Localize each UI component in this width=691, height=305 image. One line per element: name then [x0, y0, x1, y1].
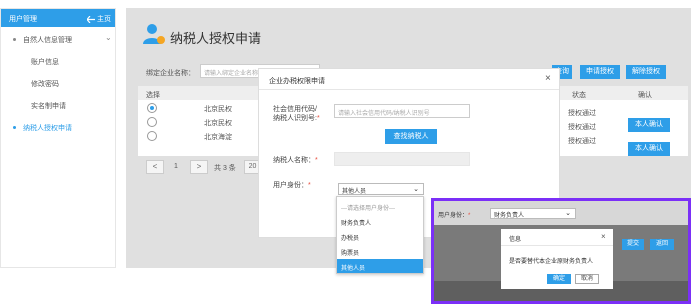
inset-role-value: 财务负责人 [494, 213, 525, 219]
sidebar-item-label: 账户信息 [31, 59, 59, 66]
user-icon [143, 24, 165, 44]
taxpayer-id-label-text: 纳税人识别号: [273, 115, 317, 122]
row-radio[interactable] [147, 117, 157, 127]
row-company: 北京民权 [204, 106, 232, 113]
page-header: 纳税人授权申请 [138, 18, 678, 50]
bind-company-label: 绑定企业名称： [146, 70, 195, 77]
col-status: 状态 [572, 92, 586, 99]
divider [501, 245, 613, 246]
sidebar-item-label: 实名制申请 [31, 103, 66, 110]
role-option-tax-clerk[interactable]: 办税员 [337, 229, 423, 243]
user-role-dropdown: ---请选择用户身份--- 财务负责人 办税员 购票员 其他人员 [336, 196, 424, 274]
apply-auth-button[interactable]: 申请授权 [580, 65, 620, 79]
role-option-other[interactable]: 其他人员 [337, 259, 423, 273]
role-option-finance[interactable]: 财务负责人 [337, 214, 423, 228]
sidebar-item-realname[interactable]: 实名制申请 [1, 95, 115, 115]
total-count: 共 3 条 [214, 165, 236, 172]
close-icon[interactable]: × [601, 232, 606, 241]
current-page[interactable]: 1 [174, 163, 178, 170]
inset-role-select[interactable]: 财务负责人 ⌄ [490, 208, 576, 219]
back-button[interactable]: 返回 [650, 239, 674, 250]
confirm-dialog: 信息 × 是否要替代本企业原财务负责人 确定 取消 [501, 229, 613, 289]
col-select: 选择 [146, 92, 160, 99]
user-role-label-text: 用户身份： [273, 182, 308, 189]
modal-title: 企业办税权限申请 [269, 78, 325, 85]
home-label: 主页 [97, 16, 111, 23]
credit-code-input[interactable]: 请输入社会信用代码/纳税人识别号 [334, 104, 470, 118]
dialog-message: 是否要替代本企业原财务负责人 [509, 259, 594, 265]
role-option-buyer[interactable]: 购票员 [337, 244, 423, 258]
inset-confirm-panel: 用户身份：* 财务负责人 ⌄ 提交 返回 信息 × 是否要替代本企业原财务负责人… [431, 198, 691, 304]
user-role-value: 其他人员 [342, 189, 367, 195]
page-title: 纳税人授权申请 [170, 31, 262, 46]
cancel-button[interactable]: 取消 [575, 274, 599, 284]
row-company: 北京民权 [204, 120, 232, 127]
sidebar-item-label: 修改密码 [31, 81, 59, 88]
self-confirm-button[interactable]: 本人确认 [628, 118, 670, 132]
user-role-select[interactable]: 其他人员 ⌄ [338, 183, 424, 195]
sidebar-header: 用户管理 主页 [1, 9, 115, 27]
chevron-down-icon: ⌄ [565, 210, 571, 217]
prev-page-button[interactable]: < [146, 160, 164, 174]
inset-role-label: 用户身份：* [438, 210, 470, 219]
row-radio[interactable] [147, 131, 157, 141]
chevron-down-icon: ⌄ [413, 186, 419, 193]
taxpayer-name-label: 纳税人名称：* [273, 155, 318, 165]
required-mark: * [468, 213, 471, 219]
ok-button[interactable]: 确定 [547, 274, 571, 284]
sidebar-item-natural-person[interactable]: 自然人信息管理 ⌄ [1, 29, 115, 49]
taxpayer-id-label: 纳税人识别号:* [273, 113, 320, 123]
bullet-icon [13, 126, 16, 129]
sidebar: 用户管理 主页 自然人信息管理 ⌄ 账户信息 修改密码 实名制申请 纳税人授权申… [0, 8, 116, 268]
revoke-auth-button[interactable]: 解除授权 [626, 65, 666, 79]
col-confirm: 确认 [638, 92, 652, 99]
row-company: 北京海淀 [204, 134, 232, 141]
sidebar-item-account[interactable]: 账户信息 [1, 51, 115, 71]
user-role-label: 用户身份：* [273, 180, 311, 190]
chevron-down-icon: ⌄ [105, 33, 112, 42]
bullet-icon [13, 38, 16, 41]
required-mark: * [315, 157, 318, 164]
home-link[interactable]: 主页 [87, 14, 111, 24]
close-icon[interactable]: × [545, 73, 551, 84]
row-status: 授权通过 [568, 110, 596, 117]
self-confirm-button[interactable]: 本人确认 [628, 142, 670, 156]
dialog-title: 信息 [509, 237, 522, 243]
divider [259, 89, 559, 90]
submit-button[interactable]: 提交 [622, 239, 644, 250]
role-option-placeholder[interactable]: ---请选择用户身份--- [337, 199, 423, 213]
sidebar-title: 用户管理 [9, 16, 37, 23]
inset-role-label-text: 用户身份： [438, 213, 469, 219]
row-radio[interactable] [147, 103, 157, 113]
sidebar-item-label: 自然人信息管理 [23, 37, 72, 44]
sidebar-item-label: 纳税人授权申请 [23, 125, 72, 132]
required-mark: * [308, 182, 311, 189]
find-taxpayer-button[interactable]: 查找纳税人 [385, 129, 437, 144]
next-page-button[interactable]: > [190, 160, 208, 174]
row-status: 授权通过 [568, 124, 596, 131]
sidebar-item-password[interactable]: 修改密码 [1, 73, 115, 93]
row-status: 授权通过 [568, 138, 596, 145]
back-arrow-icon [87, 15, 95, 23]
sidebar-item-taxpayer-auth[interactable]: 纳税人授权申请 [1, 117, 115, 137]
taxpayer-name-field [334, 152, 470, 166]
required-mark: * [316, 115, 320, 122]
inset-form-strip: 用户身份：* 财务负责人 ⌄ [434, 201, 688, 225]
taxpayer-name-label-text: 纳税人名称： [273, 157, 315, 164]
